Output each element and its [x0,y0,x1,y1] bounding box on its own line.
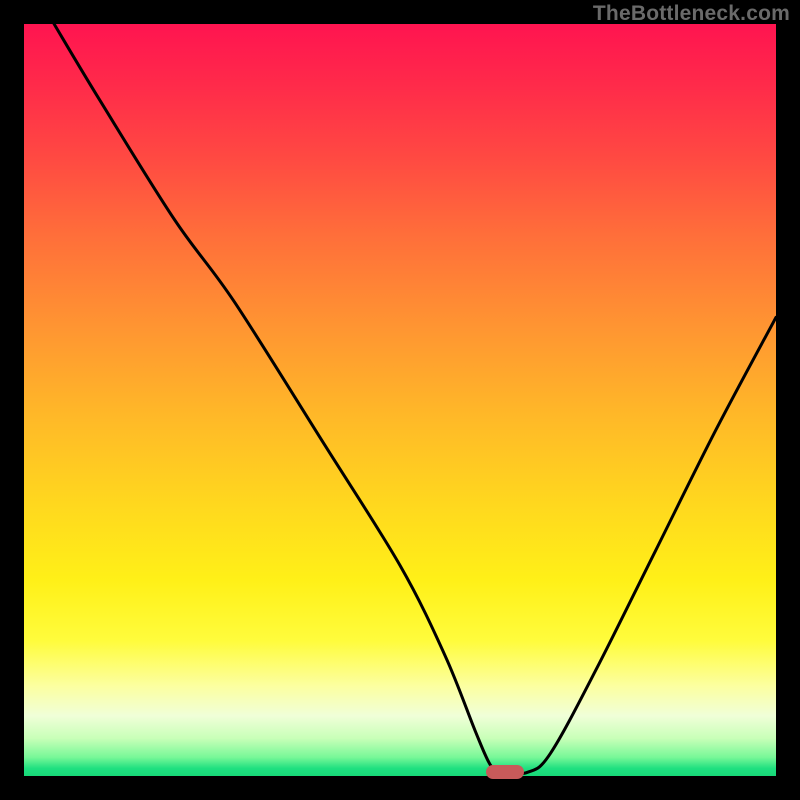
bottleneck-curve [24,24,776,776]
chart-frame: TheBottleneck.com [0,0,800,800]
plot-area [24,24,776,776]
watermark-text: TheBottleneck.com [593,2,790,26]
optimal-marker [486,765,524,779]
